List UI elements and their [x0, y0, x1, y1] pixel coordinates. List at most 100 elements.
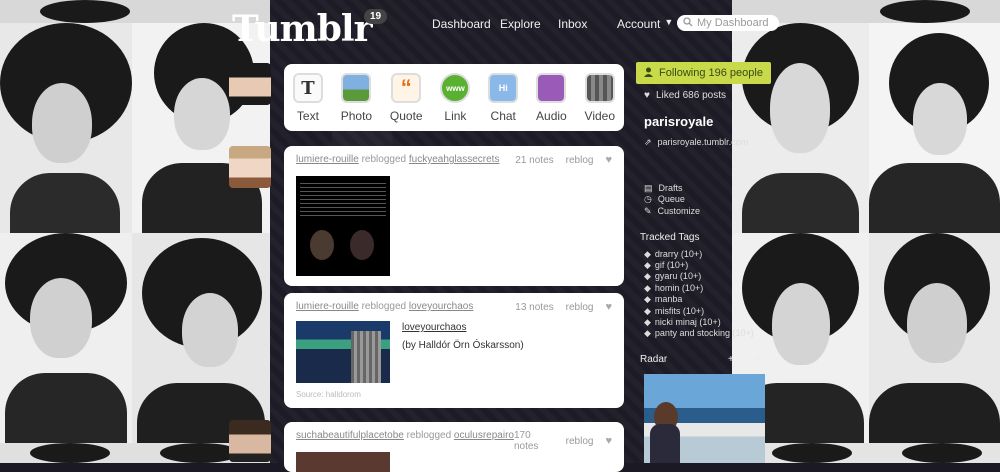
user-avatar[interactable]: [229, 63, 271, 105]
reblog-button[interactable]: reblog: [566, 155, 594, 166]
blog-url: parisroyale.tumblr.com: [657, 137, 749, 147]
tracked-tag[interactable]: ◆ drarry (10+): [644, 249, 702, 260]
post-card: lumiere-rouille reblogged fuckyeahglasse…: [284, 146, 624, 286]
post-chat-label: Chat: [490, 109, 516, 123]
post-notes[interactable]: 170 notes: [514, 430, 554, 452]
photo-icon: [341, 73, 372, 103]
clock-icon: ◷: [644, 194, 652, 204]
background-photo-left-top-2: [132, 23, 270, 233]
post-photo-button[interactable]: Photo: [341, 73, 372, 123]
background-photo-left-bottom: [0, 233, 132, 443]
tag-label: drarry (10+): [654, 249, 703, 259]
post-author-link[interactable]: suchabeautifulplacetobe: [296, 430, 404, 452]
tag-label: nicki minaj (10+): [654, 317, 721, 327]
nav-dashboard[interactable]: Dashboard: [432, 17, 491, 31]
nav-account-label: Account: [617, 17, 661, 31]
user-icon: [644, 67, 653, 80]
post-text-button[interactable]: T Text: [292, 73, 323, 123]
notification-badge[interactable]: 19: [364, 9, 388, 24]
post-chat-button[interactable]: Hi Chat: [488, 73, 519, 123]
heart-icon[interactable]: ♥: [605, 435, 612, 447]
tracked-tag[interactable]: ◆ gif (10+): [644, 260, 688, 271]
background-photo-left-top: [0, 23, 132, 233]
post-source-link[interactable]: oculusrepairo: [454, 430, 514, 452]
post-notes[interactable]: 21 notes: [515, 155, 553, 166]
post-source-link[interactable]: loveyourchaos: [409, 301, 473, 313]
tumblr-logo[interactable]: Tumblr: [232, 8, 373, 50]
quote-icon: “: [391, 73, 422, 103]
chevron-down-icon: ▼: [664, 17, 674, 27]
post-audio-button[interactable]: Audio: [536, 73, 567, 123]
customize-label: Customize: [657, 206, 701, 216]
post-link-button[interactable]: www Link: [440, 73, 471, 123]
customize-link[interactable]: ✎ Customize: [644, 206, 700, 217]
nav-explore[interactable]: Explore: [500, 17, 541, 31]
liked-link[interactable]: ♥ Liked 686 posts: [644, 90, 726, 101]
post-video-label: Video: [584, 109, 616, 123]
tag-icon: ◆: [644, 283, 651, 293]
post-header: suchabeautifulplacetobe reblogged oculus…: [296, 430, 612, 452]
search-placeholder: My Dashboard: [697, 17, 769, 29]
tag-icon: ◆: [644, 294, 651, 304]
tag-label: panty and stocking (10+): [654, 328, 754, 338]
post-quote-label: Quote: [389, 109, 423, 123]
post-source-link[interactable]: fuckyeahglassecrets: [409, 154, 500, 166]
post-quote-button[interactable]: “ Quote: [390, 73, 423, 123]
blog-url-link[interactable]: ⇗ parisroyale.tumblr.com: [644, 137, 748, 148]
post-actions: 21 notes reblog ♥: [515, 154, 612, 166]
post-type-bar: T Text Photo “ Quote www Link Hi Chat Au…: [284, 64, 624, 131]
tracked-tag[interactable]: ◆ panty and stocking (10+): [644, 328, 754, 339]
background-photo-right-top: [732, 23, 869, 233]
tracked-tag[interactable]: ◆ homin (10+): [644, 283, 703, 294]
search-input[interactable]: My Dashboard: [677, 15, 779, 31]
nav-inbox[interactable]: Inbox: [558, 17, 587, 31]
radar-actions: + ⇄ ♥: [728, 354, 760, 365]
post-image[interactable]: [296, 452, 390, 472]
post-avatar[interactable]: [229, 146, 271, 188]
post-source[interactable]: Source: halldorom: [296, 390, 361, 399]
tracked-tag[interactable]: ◆ manba: [644, 294, 682, 305]
document-icon: ▤: [644, 183, 653, 193]
post-image[interactable]: [296, 176, 390, 276]
post-image[interactable]: [296, 321, 390, 383]
background-photo-right-strip: [732, 443, 1000, 463]
chat-icon: Hi: [488, 73, 519, 103]
tag-icon: ◆: [644, 271, 651, 281]
heart-icon[interactable]: ♥: [605, 154, 612, 166]
post-card: lumiere-rouille reblogged loveyourchaos …: [284, 293, 624, 408]
background-photo-right-top-2: [869, 23, 1000, 233]
nav-account[interactable]: Account ▼: [617, 17, 673, 31]
reblog-button[interactable]: reblog: [566, 436, 594, 447]
tag-label: homin (10+): [654, 283, 704, 293]
post-link-label: Link: [444, 109, 467, 123]
queue-link[interactable]: ◷ Queue: [644, 194, 685, 205]
tracked-tags-title: Tracked Tags: [640, 232, 700, 243]
post-header: lumiere-rouille reblogged fuckyeahglasse…: [296, 154, 612, 166]
tracked-tag[interactable]: ◆ gyaru (10+): [644, 271, 701, 282]
post-caption: (by Halldór Örn Óskarsson): [402, 340, 524, 351]
reblog-icon[interactable]: ⇄: [740, 354, 748, 365]
tag-icon: ◆: [644, 317, 651, 327]
tag-label: gyaru (10+): [654, 271, 702, 281]
plus-icon[interactable]: +: [728, 354, 734, 365]
drafts-link[interactable]: ▤ Drafts: [644, 183, 683, 194]
tag-label: gif (10+): [654, 260, 689, 270]
post-notes[interactable]: 13 notes: [515, 302, 553, 313]
background-photo-left-bottom-2: [132, 233, 270, 443]
heart-icon[interactable]: ♥: [754, 354, 760, 365]
reblog-button[interactable]: reblog: [566, 302, 594, 313]
post-author-link[interactable]: lumiere-rouille: [296, 301, 359, 313]
post-link-text[interactable]: loveyourchaos: [402, 322, 466, 333]
tracked-tag[interactable]: ◆ nicki minaj (10+): [644, 317, 721, 328]
blog-name[interactable]: parisroyale: [644, 114, 713, 129]
tag-icon: ◆: [644, 328, 651, 338]
post-author-link[interactable]: lumiere-rouille: [296, 154, 359, 166]
radar-image[interactable]: [644, 374, 765, 463]
tracked-tag[interactable]: ◆ misfits (10+): [644, 306, 704, 317]
text-icon: T: [292, 73, 323, 103]
heart-icon[interactable]: ♥: [605, 301, 612, 313]
queue-label: Queue: [657, 194, 685, 204]
post-avatar[interactable]: [229, 420, 271, 462]
following-link[interactable]: Following 196 people: [636, 62, 771, 84]
post-video-button[interactable]: Video: [585, 73, 615, 123]
